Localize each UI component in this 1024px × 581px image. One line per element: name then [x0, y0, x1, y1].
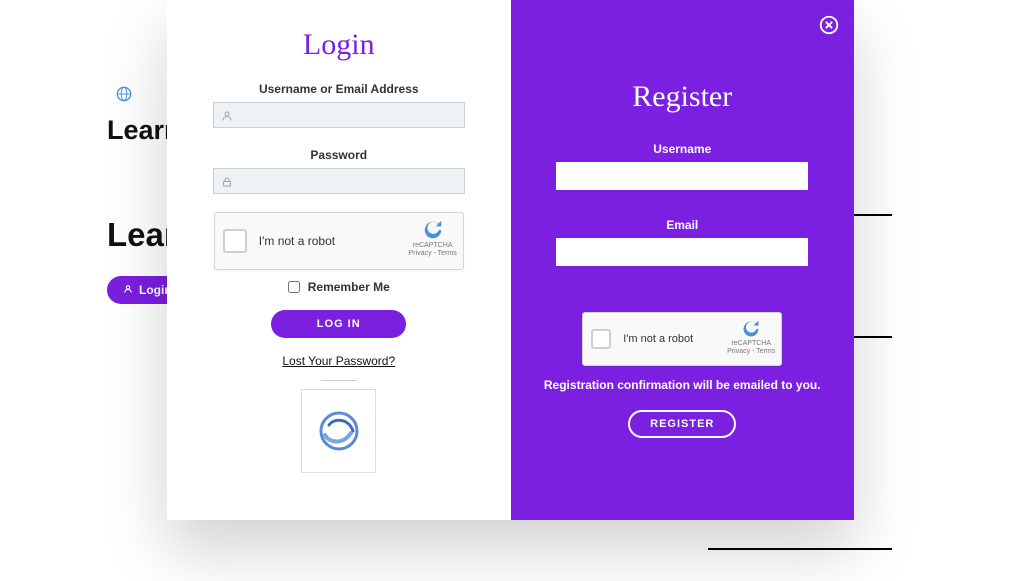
login-recaptcha: I'm not a robot reCAPTCHA Privacy - Term…	[214, 212, 464, 270]
login-password-input[interactable]	[213, 168, 465, 194]
brand-swirl-icon	[315, 407, 363, 455]
register-email-input[interactable]	[556, 238, 808, 266]
recaptcha-logo: reCAPTCHA Privacy - Terms	[727, 319, 775, 357]
register-email-label: Email	[511, 218, 855, 232]
recaptcha-label: I'm not a robot	[623, 333, 693, 345]
user-icon	[123, 283, 133, 297]
login-password-field-wrap	[213, 168, 465, 194]
user-icon	[221, 109, 233, 127]
register-username-field-wrap	[556, 162, 808, 190]
remember-me-row[interactable]: Remember Me	[167, 280, 511, 294]
register-recaptcha: I'm not a robot reCAPTCHA Privacy - Term…	[582, 312, 782, 366]
divider	[321, 380, 357, 381]
close-button[interactable]	[818, 14, 840, 36]
decorative-divider	[708, 548, 892, 550]
login-panel: Login Username or Email Address Password…	[167, 0, 511, 520]
recaptcha-terms: Privacy - Terms	[727, 348, 775, 356]
auth-modal: Login Username or Email Address Password…	[167, 0, 854, 520]
recaptcha-terms: Privacy - Terms	[409, 250, 457, 258]
recaptcha-brand: reCAPTCHA	[409, 242, 457, 250]
globe-icon	[116, 86, 132, 102]
close-icon	[818, 14, 840, 36]
login-password-label: Password	[167, 148, 511, 162]
remember-me-checkbox[interactable]	[288, 281, 300, 293]
login-button[interactable]: LOG IN	[271, 310, 406, 338]
register-username-label: Username	[511, 142, 855, 156]
register-panel: Register Username Email I'm not a robot …	[511, 0, 855, 520]
lost-password-link[interactable]: Lost Your Password?	[167, 354, 511, 368]
login-username-input[interactable]	[213, 102, 465, 128]
login-username-label: Username or Email Address	[167, 82, 511, 96]
login-title: Login	[167, 28, 511, 62]
recaptcha-logo: reCAPTCHA Privacy - Terms	[409, 219, 457, 259]
recaptcha-icon	[739, 319, 763, 339]
register-email-field-wrap	[556, 238, 808, 266]
login-username-field-wrap	[213, 102, 465, 128]
register-confirmation-text: Registration confirmation will be emaile…	[511, 378, 855, 392]
lock-icon	[221, 175, 233, 193]
register-username-input[interactable]	[556, 162, 808, 190]
recaptcha-checkbox[interactable]	[591, 329, 611, 349]
recaptcha-icon	[420, 219, 446, 241]
recaptcha-label: I'm not a robot	[259, 234, 335, 248]
register-button[interactable]: REGISTER	[628, 410, 736, 438]
recaptcha-brand: reCAPTCHA	[727, 340, 775, 348]
brand-logo-box	[301, 389, 376, 473]
recaptcha-checkbox[interactable]	[223, 229, 247, 253]
register-title: Register	[511, 80, 855, 114]
remember-me-label: Remember Me	[308, 280, 390, 294]
